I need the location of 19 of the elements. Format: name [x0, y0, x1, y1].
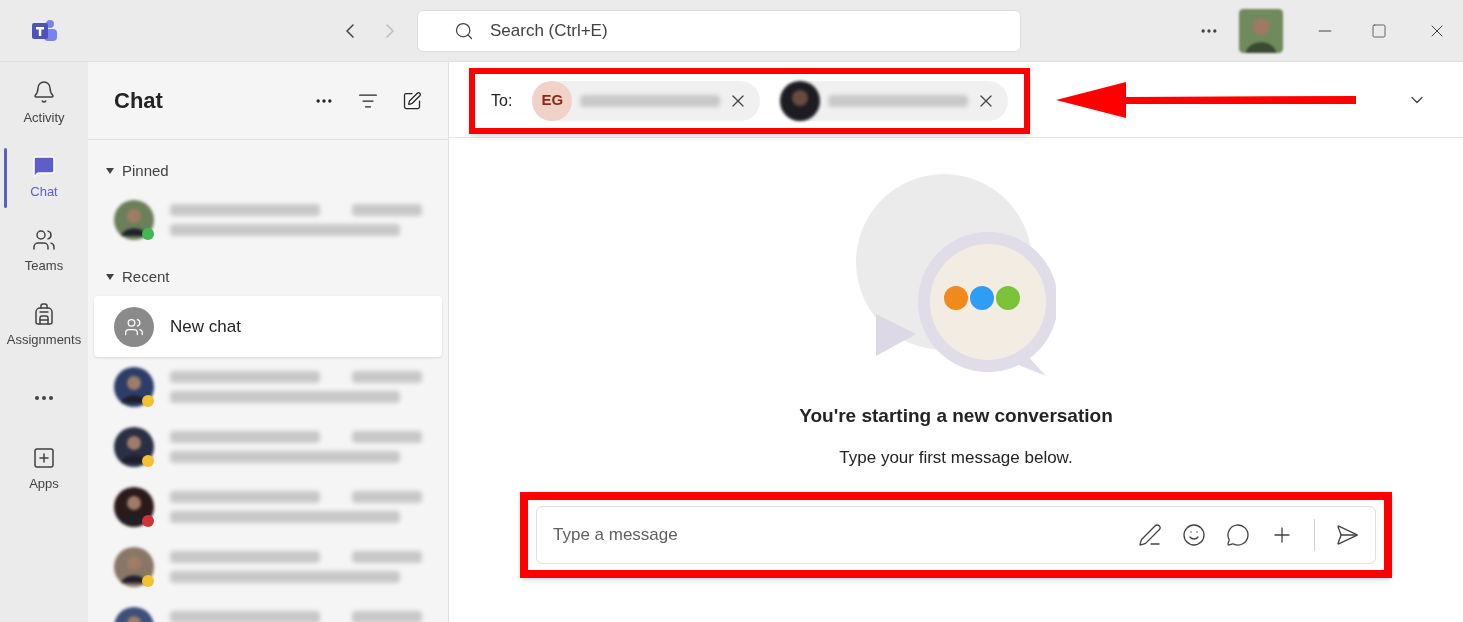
- search-field[interactable]: Search (Ctrl+E): [417, 9, 1021, 52]
- search-input[interactable]: Search (Ctrl+E): [490, 17, 984, 44]
- chat-name: New chat: [170, 315, 241, 338]
- panel-title: Chat: [114, 87, 164, 115]
- recipient-chip[interactable]: EG: [532, 80, 761, 121]
- section-header[interactable]: Pinned: [94, 160, 442, 182]
- message-input[interactable]: Type a message: [553, 522, 1118, 548]
- initials-avatar: EG: [532, 80, 573, 121]
- section-header[interactable]: Recent: [94, 266, 442, 288]
- rail-tab[interactable]: Teams: [24, 222, 64, 282]
- rail-tab[interactable]: Chat: [30, 148, 58, 208]
- rail-tab[interactable]: Apps: [29, 440, 59, 500]
- empty-state-title: You're starting a new conversation: [799, 404, 1113, 428]
- message-composer[interactable]: Type a message: [536, 506, 1376, 564]
- rail-tab[interactable]: Assignments: [6, 296, 82, 356]
- chat-list-item[interactable]: New chat: [94, 296, 442, 357]
- rail-tab[interactable]: Activity: [23, 74, 65, 134]
- to-label: To:: [491, 90, 513, 111]
- empty-state-subtitle: Type your first message below.: [839, 446, 1073, 469]
